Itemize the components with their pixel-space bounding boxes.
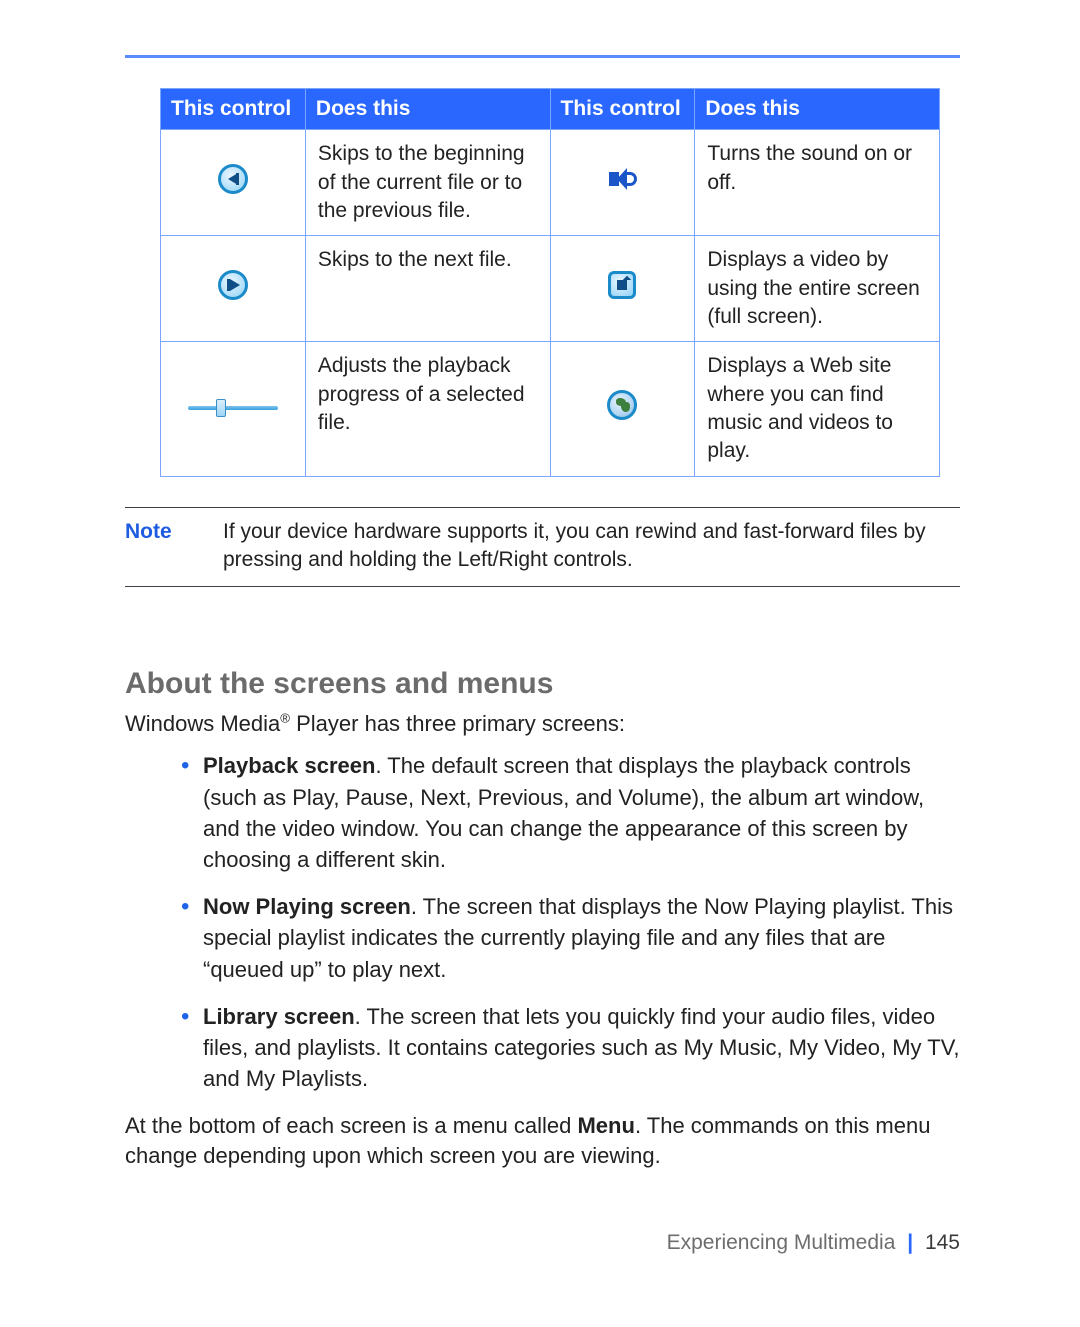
chapter-title: Experiencing Multimedia xyxy=(667,1231,896,1254)
closing-pre: At the bottom of each screen is a menu c… xyxy=(125,1113,577,1138)
section-heading: About the screens and menus xyxy=(125,667,960,701)
progress-slider-icon xyxy=(188,401,278,415)
table-row: Skips to the beginning of the current fi… xyxy=(161,130,940,236)
control-icon-cell xyxy=(161,342,306,476)
closing-paragraph: At the bottom of each screen is a menu c… xyxy=(125,1111,960,1173)
fullscreen-icon xyxy=(608,271,636,299)
registered-mark: ® xyxy=(280,711,290,726)
table-header: This control xyxy=(550,89,695,130)
control-desc-cell: Displays a Web site where you can find m… xyxy=(695,342,940,476)
bullet-title: Playback screen xyxy=(203,753,375,778)
table-header: Does this xyxy=(305,89,550,130)
document-page: This control Does this This control Does… xyxy=(0,0,1080,1327)
top-rule xyxy=(125,55,960,58)
footer-separator: | xyxy=(901,1231,919,1254)
intro-paragraph: Windows Media® Player has three primary … xyxy=(125,709,960,740)
control-icon-cell xyxy=(161,236,306,342)
control-desc-cell: Displays a video by using the entire scr… xyxy=(695,236,940,342)
skip-next-icon xyxy=(218,270,248,300)
bullet-title: Library screen xyxy=(203,1004,355,1029)
note-block: Note If your device hardware supports it… xyxy=(125,507,960,588)
page-number: 145 xyxy=(925,1231,960,1254)
note-label: Note xyxy=(125,518,185,575)
control-icon-cell xyxy=(161,130,306,236)
list-item: Now Playing screen. The screen that disp… xyxy=(181,891,960,985)
table-row: Adjusts the playback progress of a selec… xyxy=(161,342,940,476)
closing-bold: Menu xyxy=(577,1113,634,1138)
web-globe-icon xyxy=(607,390,637,420)
sound-toggle-icon xyxy=(605,166,639,192)
page-footer: Experiencing Multimedia | 145 xyxy=(667,1231,960,1255)
control-icon-cell xyxy=(550,342,695,476)
control-desc-cell: Skips to the next file. xyxy=(305,236,550,342)
list-item: Playback screen. The default screen that… xyxy=(181,750,960,875)
control-icon-cell xyxy=(550,236,695,342)
table-row: Skips to the next file. Displays a video… xyxy=(161,236,940,342)
controls-table: This control Does this This control Does… xyxy=(160,88,940,477)
control-desc-cell: Skips to the beginning of the current fi… xyxy=(305,130,550,236)
note-text: If your device hardware supports it, you… xyxy=(223,518,960,575)
control-icon-cell xyxy=(550,130,695,236)
control-desc-cell: Adjusts the playback progress of a selec… xyxy=(305,342,550,476)
skip-previous-icon xyxy=(218,164,248,194)
bullet-list: Playback screen. The default screen that… xyxy=(125,750,960,1094)
intro-suffix: Player has three primary screens: xyxy=(290,711,625,736)
table-header: Does this xyxy=(695,89,940,130)
intro-prefix: Windows Media xyxy=(125,711,280,736)
control-desc-cell: Turns the sound on or off. xyxy=(695,130,940,236)
table-header: This control xyxy=(161,89,306,130)
table-header-row: This control Does this This control Does… xyxy=(161,89,940,130)
list-item: Library screen. The screen that lets you… xyxy=(181,1001,960,1095)
bullet-title: Now Playing screen xyxy=(203,894,411,919)
